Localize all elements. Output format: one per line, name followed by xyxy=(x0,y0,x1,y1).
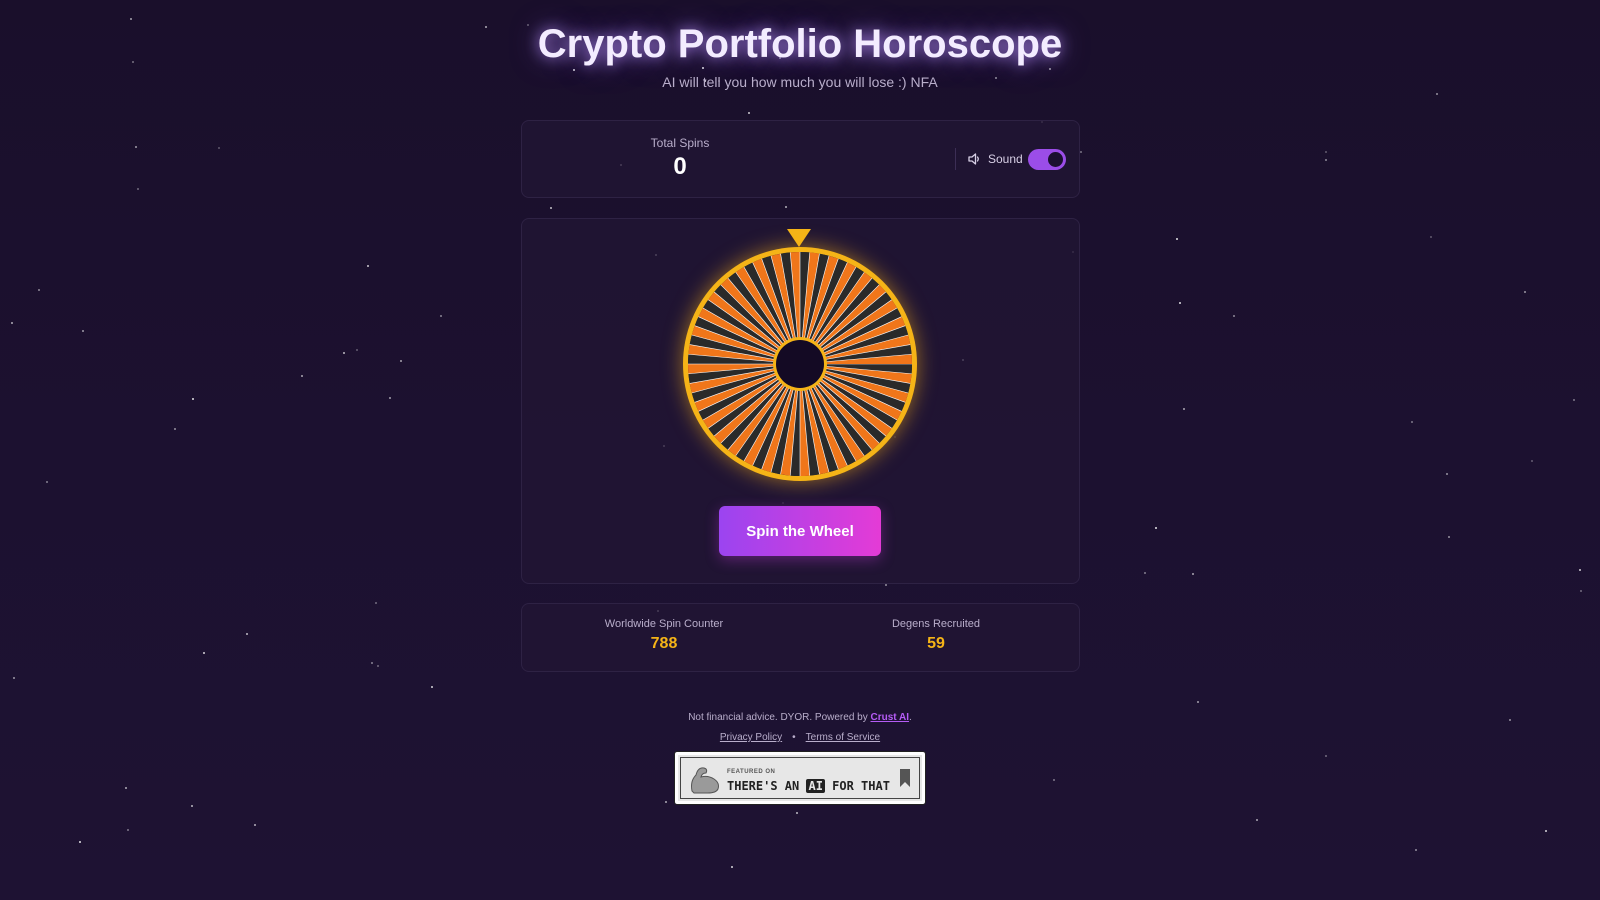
star xyxy=(550,207,552,209)
star xyxy=(1183,408,1185,410)
star xyxy=(1415,849,1417,851)
star xyxy=(665,801,667,803)
sound-toggle[interactable] xyxy=(1028,149,1066,170)
star xyxy=(1545,830,1547,832)
star xyxy=(203,652,205,654)
star xyxy=(748,112,750,114)
star xyxy=(11,322,13,324)
star xyxy=(38,289,40,291)
worldwide-spin-counter-value: 788 xyxy=(650,635,678,652)
star xyxy=(400,360,402,362)
flexed-arm-icon xyxy=(691,767,719,794)
star xyxy=(1192,573,1194,575)
star xyxy=(1049,68,1051,70)
star xyxy=(174,428,176,430)
degens-recruited-value: 59 xyxy=(927,635,945,652)
badge-main-part-1: THERE'S AN xyxy=(727,779,807,793)
star xyxy=(367,265,369,267)
wheel-hub xyxy=(776,340,824,388)
star xyxy=(130,18,132,20)
star xyxy=(1176,238,1178,240)
star xyxy=(375,602,377,604)
star xyxy=(377,665,379,667)
badge-main-text: THERE'S AN AI FOR THAT xyxy=(727,779,890,793)
theres-an-ai-for-that-badge[interactable]: FEATURED ON THERE'S AN AI FOR THAT xyxy=(674,751,926,805)
star xyxy=(246,633,248,635)
star xyxy=(1233,315,1235,317)
badge-main-ai: AI xyxy=(806,779,825,793)
star xyxy=(389,397,391,399)
spin-wheel-button[interactable]: Spin the Wheel xyxy=(719,506,881,556)
star xyxy=(440,315,442,317)
star xyxy=(79,841,81,843)
star xyxy=(1430,236,1432,238)
star xyxy=(1080,151,1082,153)
star xyxy=(1325,151,1327,153)
star xyxy=(1325,159,1327,161)
star xyxy=(356,349,358,351)
disclaimer-period: . xyxy=(909,712,912,723)
terms-of-service-link[interactable]: Terms of Service xyxy=(806,732,880,743)
star xyxy=(1325,755,1327,757)
total-spins-value: 0 xyxy=(673,153,687,180)
star xyxy=(127,829,129,831)
star xyxy=(1179,302,1181,304)
speaker-icon xyxy=(968,153,979,165)
crust-ai-link[interactable]: Crust AI xyxy=(871,712,910,723)
page-title: Crypto Portfolio Horoscope xyxy=(537,22,1063,66)
star xyxy=(82,330,84,332)
degens-recruited-label: Degens Recruited xyxy=(891,618,981,630)
star xyxy=(796,812,798,814)
star xyxy=(1411,421,1413,423)
badge-featured-text: FEATURED ON xyxy=(727,769,776,775)
star xyxy=(1053,779,1055,781)
footer-links: Privacy Policy • Terms of Service xyxy=(0,732,1600,743)
fortune-wheel[interactable] xyxy=(680,244,920,484)
worldwide-spin-counter-label: Worldwide Spin Counter xyxy=(604,618,724,630)
star xyxy=(125,787,127,789)
star xyxy=(731,866,733,868)
footer-disclaimer: Not financial advice. DYOR. Powered by C… xyxy=(0,712,1600,723)
privacy-policy-link[interactable]: Privacy Policy xyxy=(720,732,782,743)
star xyxy=(1436,93,1438,95)
star xyxy=(1531,460,1533,462)
star xyxy=(702,67,704,69)
star xyxy=(1448,536,1450,538)
star xyxy=(191,805,193,807)
star xyxy=(431,686,433,688)
star xyxy=(1573,399,1575,401)
star xyxy=(343,352,345,354)
star xyxy=(885,584,887,586)
star xyxy=(1524,291,1526,293)
star xyxy=(135,146,137,148)
star xyxy=(1580,590,1582,592)
footer-separator: • xyxy=(792,732,796,743)
star xyxy=(785,206,787,208)
bookmark-icon xyxy=(900,769,910,787)
star xyxy=(1144,572,1146,574)
star xyxy=(254,824,256,826)
star xyxy=(1446,473,1448,475)
sound-divider xyxy=(955,148,956,170)
star xyxy=(1155,527,1157,529)
sound-toggle-knob xyxy=(1048,152,1063,167)
badge-main-part-2: FOR THAT xyxy=(824,779,890,793)
disclaimer-text: Not financial advice. DYOR. Powered by xyxy=(688,712,871,723)
total-spins-label: Total Spins xyxy=(650,136,710,150)
star xyxy=(1256,819,1258,821)
sound-label: Sound xyxy=(988,152,1023,166)
page-subtitle: AI will tell you how much you will lose … xyxy=(662,74,938,90)
star xyxy=(137,188,139,190)
star xyxy=(46,481,48,483)
star xyxy=(192,398,194,400)
star xyxy=(301,375,303,377)
star xyxy=(1197,701,1199,703)
star xyxy=(371,662,373,664)
star xyxy=(573,69,575,71)
star xyxy=(13,677,15,679)
star xyxy=(218,147,220,149)
star xyxy=(1579,569,1581,571)
